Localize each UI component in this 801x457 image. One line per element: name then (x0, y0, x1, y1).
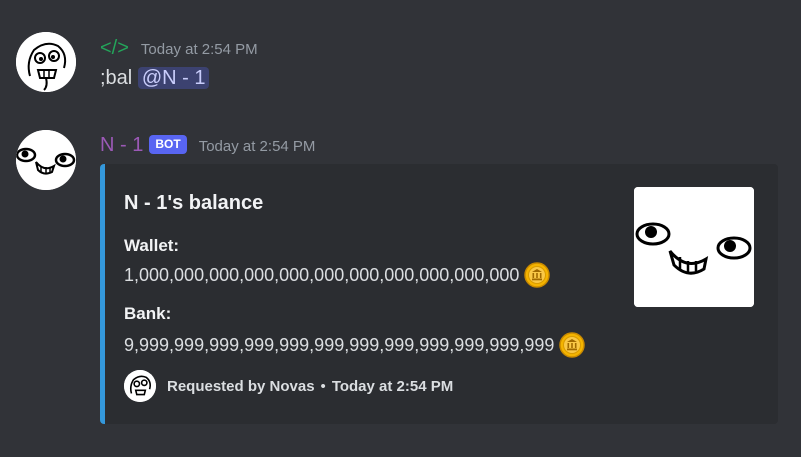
username[interactable]: N - 1 (100, 134, 143, 157)
username[interactable]: </> (100, 37, 129, 60)
doodle-face-footer-avatar-icon (124, 370, 156, 402)
googly-eyes-face-thumbnail[interactable] (634, 187, 754, 307)
footer-requester: Requested by Novas (167, 377, 315, 395)
footer-timestamp: Today at 2:54 PM (331, 377, 454, 395)
googly-eyes-face-avatar-icon[interactable] (16, 130, 76, 190)
wallet-field-value: 1,000,000,000,000,000,000,000,000,000,00… (124, 262, 551, 288)
message-timestamp[interactable]: Today at 2:54 PM (199, 138, 316, 155)
wallet-amount: 1,000,000,000,000,000,000,000,000,000,00… (124, 264, 520, 285)
embed-title: N - 1's balance (124, 192, 264, 214)
embed-footer: Requested by Novas • Today at 2:54 PM (124, 370, 453, 402)
message-timestamp[interactable]: Today at 2:54 PM (141, 41, 258, 58)
coin-icon (524, 262, 551, 288)
wallet-field-name: Wallet: (124, 236, 180, 255)
bank-amount: 9,999,999,999,999,999,999,999,999,999,99… (124, 334, 555, 355)
doodle-face-avatar-icon[interactable] (16, 32, 76, 92)
message-header: </> Today at 2:54 PM (100, 37, 258, 60)
command-text: ;bal (100, 67, 138, 89)
bank-field-name: Bank: (124, 304, 172, 323)
message-header: N - 1 BOT Today at 2:54 PM (100, 134, 315, 157)
message-content: ;bal @N - 1 (100, 67, 210, 90)
bot-tag: BOT (149, 135, 187, 154)
bank-field-value: 9,999,999,999,999,999,999,999,999,999,99… (124, 332, 586, 358)
balance-embed: N - 1's balance Wallet: 1,000,000,000,00… (100, 164, 778, 424)
coin-icon (559, 332, 586, 358)
user-mention[interactable]: @N - 1 (137, 67, 210, 89)
chat-log: </> Today at 2:54 PM ;bal @N - 1 N - 1 B… (0, 0, 801, 457)
footer-separator: • (320, 377, 326, 395)
